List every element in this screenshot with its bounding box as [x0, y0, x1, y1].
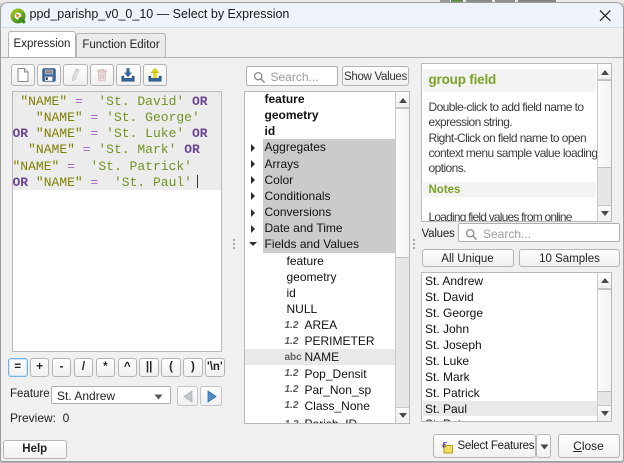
svg-text:ε: ε	[442, 439, 447, 451]
